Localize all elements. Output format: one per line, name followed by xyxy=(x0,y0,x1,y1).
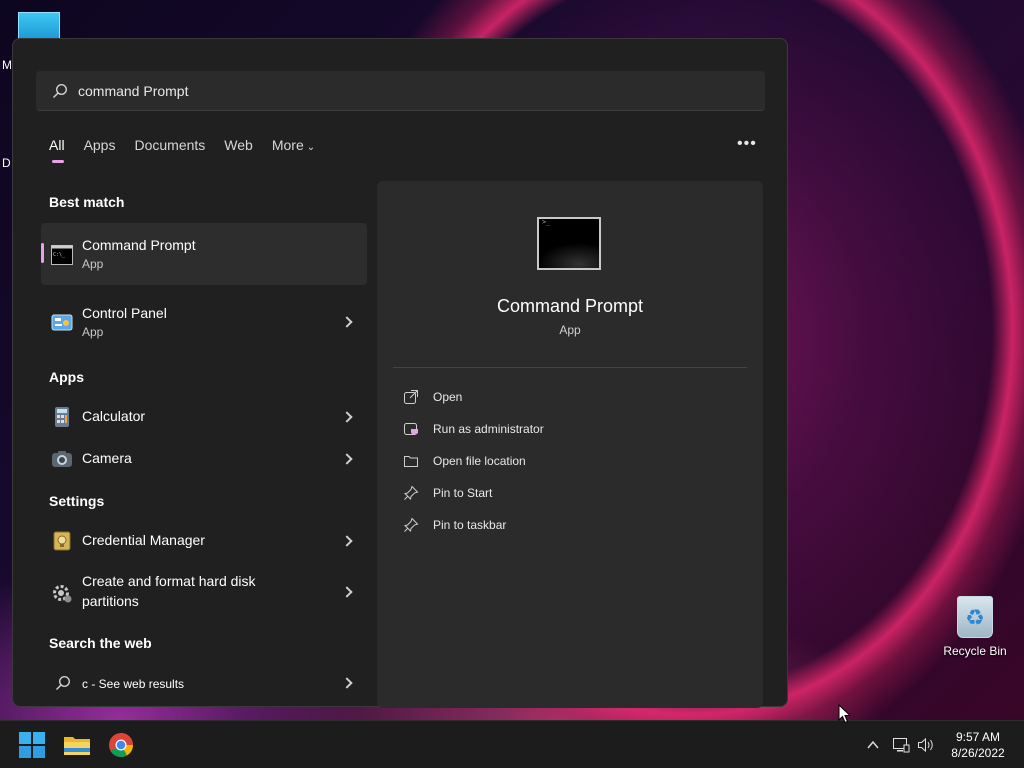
tab-web[interactable]: Web xyxy=(224,137,253,163)
recycle-bin-label: Recycle Bin xyxy=(943,644,1007,658)
result-title: Calculator xyxy=(82,408,146,424)
camera-icon xyxy=(52,451,72,467)
pin-icon xyxy=(403,517,419,533)
search-filter-tabs: All Apps Documents Web More ⌄ xyxy=(49,137,334,163)
credential-manager-icon xyxy=(53,531,71,551)
tab-all[interactable]: All xyxy=(49,137,65,163)
result-title: Credential Manager xyxy=(82,532,205,548)
tab-more[interactable]: More ⌄ xyxy=(272,137,315,163)
taskbar: 9:57 AM 8/26/2022 xyxy=(0,720,1024,768)
result-credential-manager[interactable]: Credential Manager xyxy=(41,521,367,561)
desktop-icon-label-partial: D xyxy=(2,156,11,170)
chevron-right-icon[interactable] xyxy=(341,535,353,547)
chevron-right-icon[interactable] xyxy=(341,316,353,328)
tab-documents[interactable]: Documents xyxy=(134,137,205,163)
result-title: Control Panel xyxy=(82,305,167,321)
command-prompt-large-icon xyxy=(537,217,601,270)
network-icon[interactable] xyxy=(892,737,910,753)
result-calculator[interactable]: Calculator xyxy=(41,397,367,437)
pin-icon xyxy=(403,485,419,501)
chevron-right-icon[interactable] xyxy=(341,586,353,598)
volume-icon[interactable] xyxy=(917,737,935,753)
tab-apps[interactable]: Apps xyxy=(84,137,116,163)
action-label: Open file location xyxy=(433,454,526,468)
action-label: Run as administrator xyxy=(433,422,544,436)
section-settings: Settings xyxy=(49,493,105,509)
result-control-panel[interactable]: Control Panel App xyxy=(41,291,367,351)
action-run-as-admin[interactable]: Run as administrator xyxy=(403,419,733,439)
search-panel: All Apps Documents Web More⌄ ••• Best ma… xyxy=(12,38,788,708)
search-box[interactable] xyxy=(36,71,765,111)
chevron-down-icon: ⌄ xyxy=(306,142,316,153)
clock-time: 9:57 AM xyxy=(955,730,1001,744)
result-title: Command Prompt xyxy=(82,237,196,253)
preview-pane: Command Prompt App Open Run as administr… xyxy=(377,181,763,708)
chevron-right-icon[interactable] xyxy=(341,453,353,465)
action-label: Open xyxy=(433,390,463,404)
action-label: Pin to Start xyxy=(433,486,493,500)
chevron-right-icon[interactable] xyxy=(341,411,353,423)
tab-all-label: All xyxy=(49,137,65,153)
preview-app-name: Command Prompt xyxy=(496,296,644,316)
search-icon xyxy=(55,675,71,691)
divider xyxy=(393,367,747,368)
search-input[interactable] xyxy=(78,79,738,103)
chevron-right-icon[interactable] xyxy=(341,677,353,689)
result-subtitle: App xyxy=(82,325,104,339)
search-icon xyxy=(52,83,68,99)
shield-admin-icon xyxy=(404,423,418,435)
open-external-icon xyxy=(404,390,418,404)
recycle-bin[interactable]: Recycle Bin xyxy=(942,596,1008,658)
settings-gear-icon xyxy=(53,585,72,603)
command-prompt-icon: C:\_ xyxy=(51,245,73,265)
calculator-icon xyxy=(55,407,69,427)
action-open[interactable]: Open xyxy=(403,387,733,407)
result-camera[interactable]: Camera xyxy=(41,439,367,479)
more-options-button[interactable]: ••• xyxy=(737,135,757,153)
recycle-bin-icon xyxy=(957,596,993,638)
action-label: Pin to taskbar xyxy=(433,518,507,532)
tab-more-label: More xyxy=(271,137,304,153)
section-apps: Apps xyxy=(49,369,84,385)
result-web-search[interactable]: c - See web results xyxy=(41,665,367,703)
system-clock[interactable]: 9:57 AM 8/26/2022 xyxy=(940,729,1016,761)
chrome-browser-icon[interactable] xyxy=(108,732,134,758)
preview-app-type: App xyxy=(559,323,581,337)
section-search-web: Search the web xyxy=(49,635,152,651)
action-pin-to-start[interactable]: Pin to Start xyxy=(403,483,733,503)
action-pin-to-taskbar[interactable]: Pin to taskbar xyxy=(403,515,733,535)
result-title-line1: Create and format hard disk xyxy=(82,573,256,589)
clock-date: 8/26/2022 xyxy=(951,746,1005,760)
mouse-cursor-icon xyxy=(838,704,852,724)
svg-text:C:\_: C:\_ xyxy=(53,252,66,258)
start-button-windows-icon[interactable] xyxy=(19,732,45,758)
file-explorer-icon[interactable] xyxy=(63,733,91,757)
action-open-file-location[interactable]: Open file location xyxy=(403,451,733,471)
result-title: c - See web results xyxy=(82,677,185,691)
result-title: Camera xyxy=(82,450,132,466)
desktop-icon-label-partial: M xyxy=(2,58,12,72)
result-disk-management[interactable]: Create and format hard disk partitions xyxy=(41,565,367,621)
folder-icon xyxy=(404,456,418,467)
section-best-match: Best match xyxy=(49,194,125,210)
result-command-prompt[interactable]: C:\_ Command Prompt App xyxy=(41,223,367,285)
control-panel-icon xyxy=(51,314,73,331)
tab-apps-label: Apps xyxy=(83,137,116,153)
tab-web-label: Web xyxy=(224,137,253,153)
result-subtitle: App xyxy=(82,257,104,271)
chevron-up-icon[interactable] xyxy=(866,738,880,752)
tab-documents-label: Documents xyxy=(134,137,206,153)
result-title-line2: partitions xyxy=(82,593,139,609)
